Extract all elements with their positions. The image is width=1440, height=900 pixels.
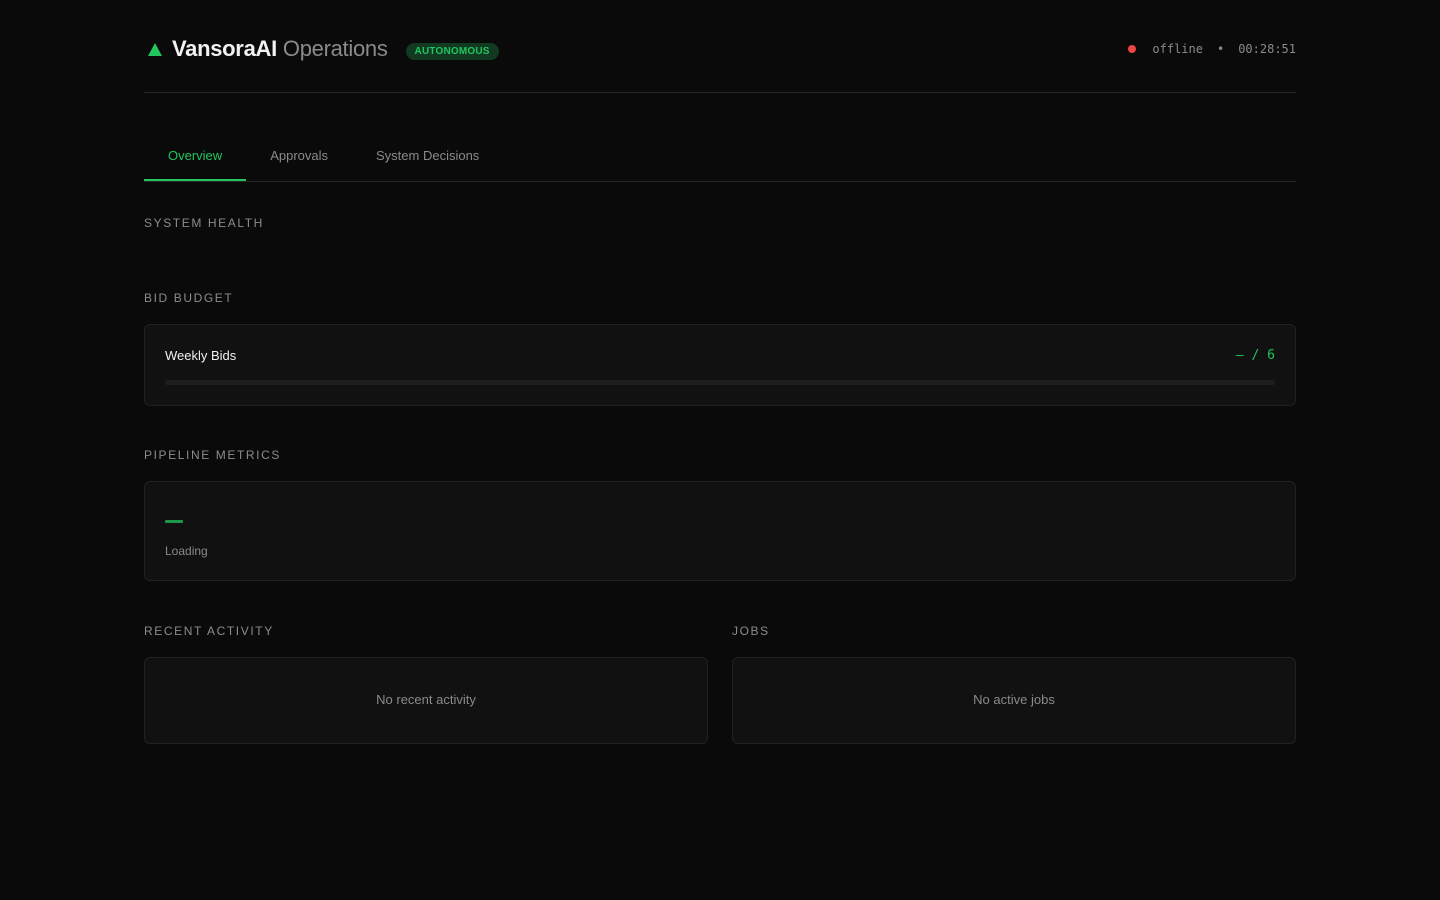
jobs-card: No active jobs	[732, 657, 1296, 744]
clock: 00:28:51	[1238, 42, 1296, 56]
tab-bar: Overview Approvals System Decisions	[144, 131, 1296, 182]
recent-activity-card: No recent activity	[144, 657, 708, 744]
page-container: VansoraAI Operations AUTONOMOUS offline …	[144, 0, 1296, 744]
budget-value: – / 6	[1235, 348, 1275, 363]
budget-progress-bar	[165, 380, 1275, 385]
tab-approvals[interactable]: Approvals	[246, 131, 352, 181]
brand-name: VansoraAI	[172, 36, 277, 61]
tab-overview[interactable]: Overview	[144, 131, 247, 181]
brand-subtitle: Operations	[282, 36, 388, 61]
app-header: VansoraAI Operations AUTONOMOUS offline …	[144, 0, 1296, 93]
jobs-empty: No active jobs	[973, 692, 1055, 707]
budget-label: Weekly Bids	[165, 348, 237, 363]
bid-budget-card: Weekly Bids – / 6	[144, 324, 1296, 406]
recent-activity-empty: No recent activity	[376, 692, 476, 707]
tab-system-decisions[interactable]: System Decisions	[352, 131, 503, 181]
loading-indicator	[165, 520, 183, 523]
mode-badge: AUTONOMOUS	[405, 42, 499, 60]
status-separator: •	[1216, 42, 1225, 56]
connection-status: offline • 00:28:51	[1128, 42, 1296, 56]
section-title-bid-budget: BID BUDGET	[144, 291, 234, 305]
loading-text: Loading	[165, 544, 208, 558]
status-dot-icon	[1128, 45, 1137, 53]
section-title-pipeline-metrics: PIPELINE METRICS	[144, 448, 281, 462]
pipeline-metrics-card: Loading	[144, 481, 1296, 581]
section-title-system-health: SYSTEM HEALTH	[144, 216, 264, 230]
triangle-up-icon	[148, 42, 162, 56]
brand: VansoraAI Operations AUTONOMOUS	[144, 36, 499, 62]
section-title-recent-activity: RECENT ACTIVITY	[144, 624, 274, 638]
section-title-jobs: JOBS	[732, 624, 770, 638]
status-text: offline	[1152, 42, 1203, 56]
